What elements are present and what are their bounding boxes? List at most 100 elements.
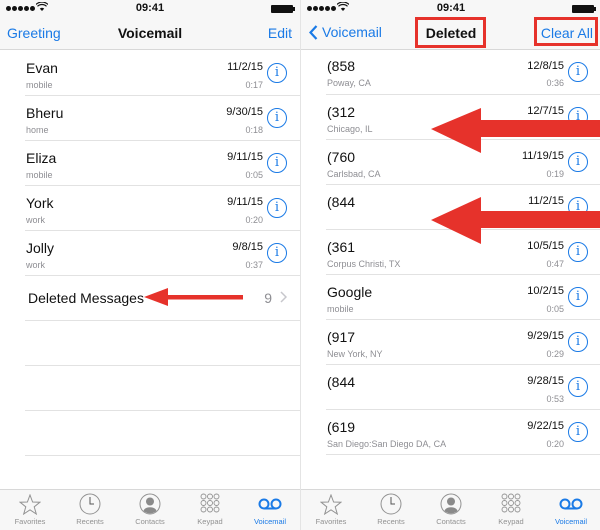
info-icon[interactable]: i [568,422,588,442]
deleted-messages-row[interactable]: Deleted Messages 9 [25,276,300,321]
edit-button[interactable]: Edit [268,25,292,41]
voicemail-row[interactable]: (760 Carlsbad, CA 11/19/15 0:19 i [326,140,600,185]
tab-label: Favorites [14,517,46,526]
tab-recents[interactable]: Recents [60,490,120,530]
info-icon[interactable]: i [568,107,588,127]
voicemail-duration: 0:17 [245,80,263,90]
voicemail-duration: 0:51 [546,214,564,224]
contact-icon [139,493,161,515]
tab-voicemail[interactable]: Voicemail [541,490,600,530]
battery-icon [572,5,596,13]
empty-row [25,366,300,411]
info-icon[interactable]: i [568,62,588,82]
voicemail-date: 10/5/15 [527,240,564,252]
tab-label: Voicemail [554,517,588,526]
voicemail-date: 9/22/15 [527,420,564,432]
tab-contacts[interactable]: Contacts [120,490,180,530]
empty-row [25,321,300,366]
voicemail-date: 9/11/15 [227,151,263,163]
info-icon[interactable]: i [568,152,588,172]
voicemail-date: 11/19/15 [521,150,564,162]
battery-icon [271,5,295,13]
tab-keypad[interactable]: Keypad [481,490,541,530]
tab-label: Keypad [197,517,223,526]
voicemail-row[interactable]: (844 9/28/15 0:53 i [326,365,600,410]
voicemail-row[interactable]: (844 11/2/15 0:51 i [326,185,600,230]
caller-number: (760 [327,149,356,165]
voicemail-date: 9/11/15 [227,196,263,208]
voicemail-date: 9/28/15 [527,375,564,387]
tab-label: Keypad [498,517,524,526]
caller-location: Corpus Christi, TX [327,259,401,269]
tab-recents[interactable]: Recents [361,490,421,530]
info-icon[interactable]: i [568,242,588,262]
caller-name: Eliza [26,150,57,166]
voicemail-list: Evan mobile 11/2/15 0:17 i Bheru home 9/… [0,51,300,456]
voicemail-screen: 09:41 Greeting Voicemail Edit Evan mobil… [0,0,300,530]
info-icon[interactable]: i [267,63,287,83]
voicemail-duration: 0:36 [546,78,564,88]
star-icon [19,493,41,515]
caller-number: (361 [327,239,356,255]
voicemail-row[interactable]: (858 Poway, CA 12/8/15 0:36 i [326,51,600,95]
voicemail-row[interactable]: Eliza mobile 9/11/15 0:05 i [25,141,300,186]
tab-favorites[interactable]: Favorites [301,490,361,530]
clock-icon [380,493,402,515]
voicemail-row[interactable]: (361 Corpus Christi, TX 10/5/15 0:47 i [326,230,600,275]
voicemail-row[interactable]: (619 San Diego:San Diego DA, CA 9/22/15 … [326,410,600,455]
voicemail-date: 9/8/15 [232,241,263,253]
info-icon[interactable]: i [267,198,287,218]
voicemail-row[interactable]: Jolly work 9/8/15 0:37 i [25,231,300,276]
caller-number: (858 [327,58,356,74]
info-icon[interactable]: i [568,287,588,307]
caller-location: New York, NY [327,349,383,359]
caller-label: work [26,215,46,225]
voicemail-row[interactable]: Google mobile 10/2/15 0:05 i [326,275,600,320]
status-time: 09:41 [436,2,466,14]
clock-icon [79,493,101,515]
voicemail-icon [559,498,583,510]
tab-bar: Favorites Recents Contacts Keypad Voicem… [0,489,300,530]
voicemail-row[interactable]: (312 Chicago, IL 12/7/15 0:01 i [326,95,600,140]
empty-row [25,411,300,456]
voicemail-date: 12/7/15 [527,105,564,117]
star-icon [320,493,342,515]
info-icon[interactable]: i [568,197,588,217]
voicemail-duration: 0:19 [546,169,564,179]
info-icon[interactable]: i [568,377,588,397]
tab-voicemail[interactable]: Voicemail [240,490,300,530]
info-icon[interactable]: i [267,108,287,128]
voicemail-row[interactable]: Evan mobile 11/2/15 0:17 i [25,51,300,96]
voicemail-date: 11/2/15 [528,195,564,207]
deleted-messages-label: Deleted Messages [28,290,144,306]
voicemail-duration: 0:20 [546,439,564,449]
voicemail-duration: 0:20 [245,215,263,225]
caller-location: Poway, CA [327,78,371,88]
voicemail-date: 10/2/15 [527,285,564,297]
tab-label: Recents [377,517,405,526]
voicemail-row[interactable]: (917 New York, NY 9/29/15 0:29 i [326,320,600,365]
voicemail-duration: 0:29 [546,349,564,359]
caller-label: mobile [26,80,53,90]
info-icon[interactable]: i [267,243,287,263]
tab-keypad[interactable]: Keypad [180,490,240,530]
voicemail-duration: 0:01 [546,124,564,134]
contact-icon [440,493,462,515]
keypad-icon [501,493,521,513]
info-icon[interactable]: i [267,153,287,173]
status-bar: 09:41 [0,0,300,18]
status-time: 09:41 [135,2,165,14]
voicemail-duration: 0:47 [546,259,564,269]
voicemail-row[interactable]: Bheru home 9/30/15 0:18 i [25,96,300,141]
tab-contacts[interactable]: Contacts [421,490,481,530]
tab-favorites[interactable]: Favorites [0,490,60,530]
deleted-messages-count: 9 [264,290,272,306]
status-bar: 09:41 [301,0,600,18]
caller-label: mobile [26,170,53,180]
tab-label: Recents [76,517,104,526]
tab-label: Contacts [135,517,165,526]
keypad-icon [200,493,220,513]
voicemail-row[interactable]: York work 9/11/15 0:20 i [25,186,300,231]
voicemail-date: 9/30/15 [226,106,263,118]
info-icon[interactable]: i [568,332,588,352]
